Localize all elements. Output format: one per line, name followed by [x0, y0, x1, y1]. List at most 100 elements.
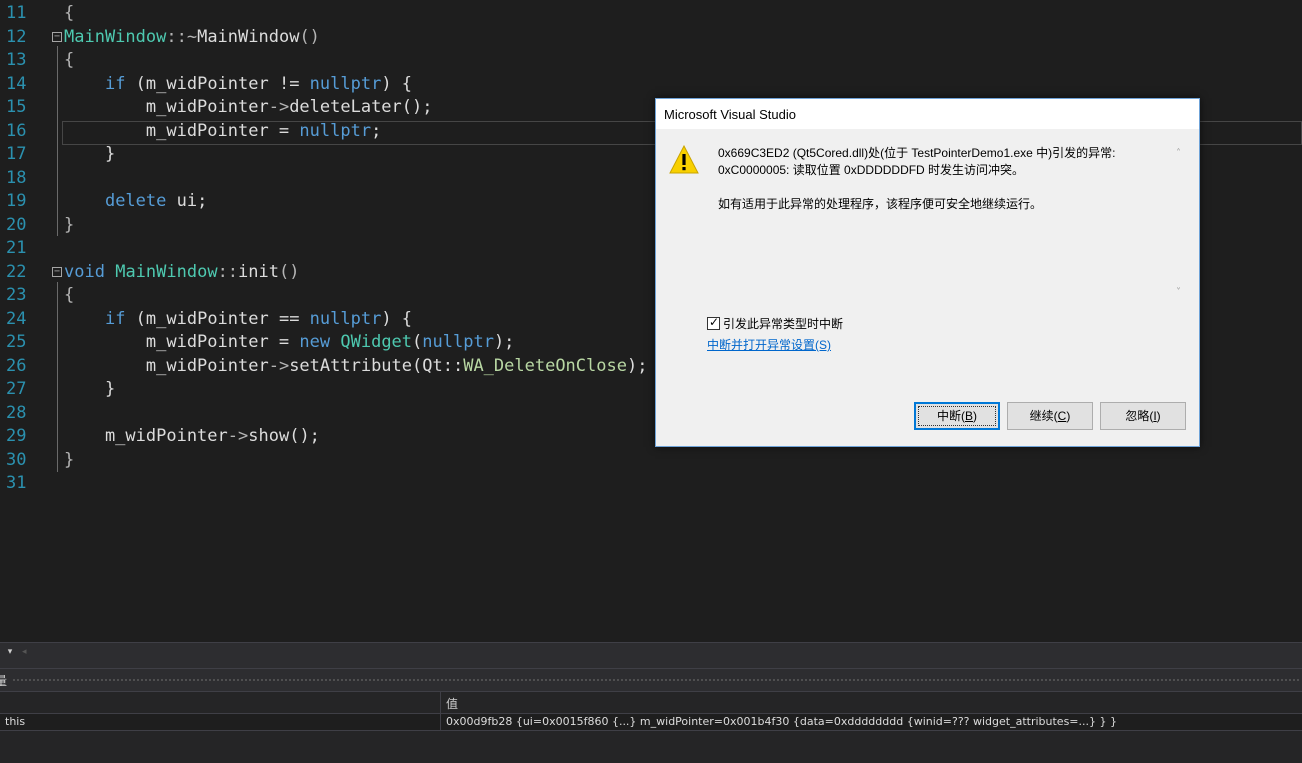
code-token: }	[64, 144, 116, 164]
column-separator[interactable]	[440, 692, 441, 714]
code-text: MainWindow::~MainWindow()	[64, 26, 320, 50]
scrollbar-track[interactable]	[1177, 163, 1179, 283]
scroll-left-icon[interactable]: ◂	[22, 646, 34, 659]
code-token: nullptr	[309, 308, 382, 329]
line-number: 27	[6, 379, 27, 399]
code-text: void MainWindow::init()	[64, 261, 299, 285]
code-text: m_widPointer = new QWidget(nullptr);	[64, 331, 515, 355]
code-token: ::~	[166, 26, 198, 47]
code-token: );	[626, 355, 648, 376]
line-number: 12	[6, 26, 27, 47]
code-text: {	[64, 284, 74, 308]
line-number: 23	[6, 285, 27, 305]
code-text: delete ui;	[64, 190, 207, 214]
code-text: m_widPointer->deleteLater();	[64, 96, 433, 120]
column-header-value[interactable]: 值	[446, 695, 458, 712]
line-number: 19	[6, 191, 27, 211]
code-token: setAttribute	[289, 355, 413, 376]
code-token: (	[412, 332, 423, 352]
message-line-1: 0x669C3ED2 (Qt5Cored.dll)处(位于 TestPointe…	[718, 146, 1116, 160]
code-token: ->	[268, 97, 290, 117]
code-text: if (m_widPointer != nullptr) {	[64, 73, 412, 97]
line-number: 17	[6, 144, 27, 164]
exception-dialog[interactable]: Microsoft Visual Studio 0x669C3ED2 (Qt5C…	[655, 98, 1200, 447]
code-token: nullptr	[309, 73, 382, 94]
code-text: m_widPointer->show();	[64, 425, 320, 449]
code-token: {	[64, 50, 75, 70]
code-token: deleteLater	[289, 97, 402, 117]
code-token: ::	[217, 261, 239, 282]
panel-drag-grip[interactable]	[12, 678, 1300, 683]
code-token: ()	[299, 26, 320, 47]
code-token: if	[104, 73, 126, 94]
editor-horizontal-scrollbar[interactable]: ▾ ◂	[0, 642, 1302, 661]
message-line-3: 如有适用于此异常的处理程序，该程序便可安全地继续运行。	[718, 197, 1043, 211]
focus-rectangle	[918, 406, 996, 426]
panel-splitter[interactable]	[0, 661, 1302, 668]
code-token: ;	[371, 120, 382, 141]
dialog-titlebar[interactable]: Microsoft Visual Studio	[656, 99, 1199, 129]
code-text: }	[64, 143, 115, 167]
code-token: init	[238, 261, 279, 282]
code-text: if (m_widPointer == nullptr) {	[64, 308, 412, 332]
exception-message: 0x669C3ED2 (Qt5Cored.dll)处(位于 TestPointe…	[718, 145, 1168, 305]
locals-panel-titlebar[interactable]: 量	[0, 668, 1302, 691]
message-scrollbar[interactable]: ˄ ˅	[1170, 145, 1187, 301]
code-token: ->	[268, 355, 290, 376]
line-number: 11	[6, 3, 27, 23]
code-token: );	[493, 332, 515, 352]
collapse-icon[interactable]: −	[52, 266, 62, 277]
line-number: 28	[6, 402, 27, 423]
code-token: ();	[401, 97, 433, 117]
code-token: ->	[227, 426, 249, 446]
locals-grid-empty-area	[0, 731, 1302, 763]
code-token: delete	[104, 191, 167, 211]
code-token: new	[299, 332, 331, 352]
break-on-exception-checkbox[interactable]: ✓	[707, 315, 720, 330]
code-token: ) {	[381, 308, 413, 329]
line-number: 26	[6, 355, 27, 376]
code-token: ) {	[381, 73, 413, 94]
code-token: WA_DeleteOnClose	[463, 355, 627, 376]
checkbox-label[interactable]: 引发此异常类型时中断	[723, 315, 843, 332]
scroll-down-icon[interactable]: ˅	[1170, 284, 1187, 301]
code-text: }	[64, 214, 74, 238]
column-separator	[440, 714, 441, 730]
zoom-dropdown-icon[interactable]: ▾	[2, 646, 18, 659]
code-token: if	[104, 308, 126, 329]
scroll-up-icon[interactable]: ˄	[1170, 145, 1187, 162]
code-line[interactable]: 11 {	[0, 2, 1302, 26]
code-text: {	[64, 49, 74, 73]
code-text: }	[64, 378, 115, 402]
ignore-button[interactable]: 忽略(I)	[1100, 402, 1186, 430]
code-line[interactable]: 31	[0, 472, 1302, 496]
warning-icon	[669, 145, 699, 174]
code-line[interactable]: 14 if (m_widPointer != nullptr) {	[0, 73, 1302, 97]
code-line[interactable]: 12 − MainWindow::~MainWindow()	[0, 26, 1302, 50]
break-button[interactable]: 中断(B)	[914, 402, 1000, 430]
code-token: ui;	[166, 191, 208, 211]
code-token: MainWindow	[115, 261, 218, 282]
open-exception-settings-link[interactable]: 中断并打开异常设置(S)	[707, 336, 831, 353]
code-text: m_widPointer = nullptr;	[64, 120, 381, 144]
code-token: {	[64, 285, 75, 305]
break-on-exception-option[interactable]: ✓ 引发此异常类型时中断	[707, 315, 843, 331]
continue-button[interactable]: 继续(C)	[1007, 402, 1093, 430]
code-line[interactable]: 30}	[0, 449, 1302, 473]
code-token: ();	[289, 426, 320, 446]
variable-name: this	[5, 715, 26, 728]
code-token: (Qt::	[412, 355, 464, 376]
line-number: 18	[6, 167, 27, 188]
code-token: m_widPointer	[64, 426, 228, 446]
code-line[interactable]: 13 {	[0, 49, 1302, 73]
code-token: m_widPointer	[64, 97, 269, 117]
table-row[interactable]: this 0x00d9fb28 {ui=0x0015f860 {...} m_w…	[0, 713, 1302, 731]
line-number: 31	[6, 473, 27, 493]
line-number: 30	[6, 449, 27, 470]
code-token: show	[248, 426, 290, 446]
line-number: 13	[6, 50, 27, 70]
collapse-icon[interactable]: −	[52, 31, 62, 42]
line-number: 24	[6, 308, 27, 329]
